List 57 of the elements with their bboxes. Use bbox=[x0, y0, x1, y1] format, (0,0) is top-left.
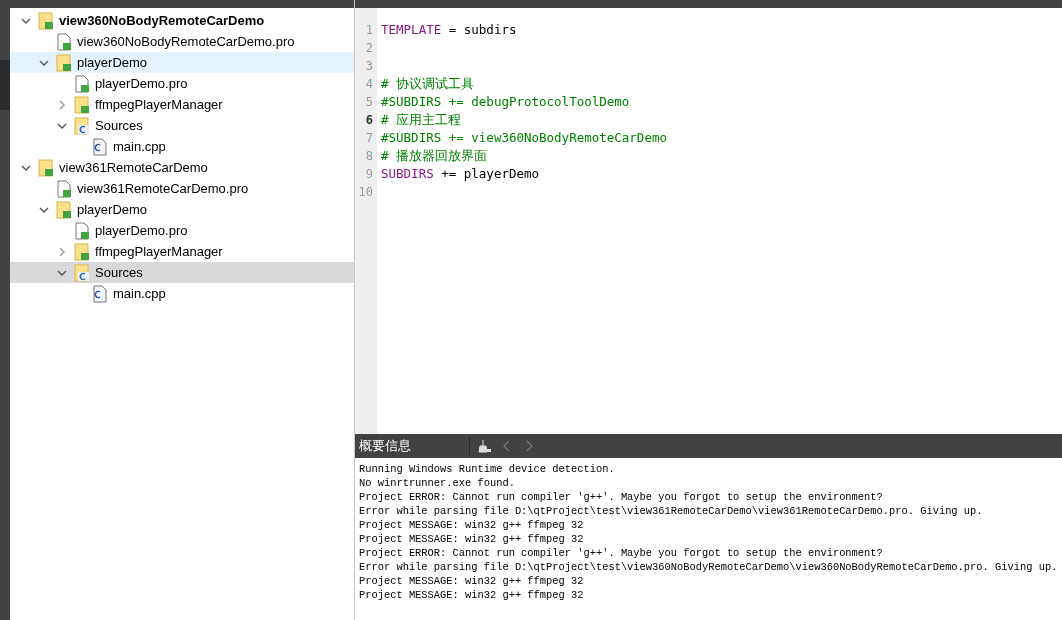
tree-item[interactable]: Sources bbox=[10, 115, 354, 136]
output-line: Project MESSAGE: win32 g++ ffmpeg 32 bbox=[359, 574, 585, 588]
tree-item[interactable]: playerDemo.pro bbox=[10, 73, 354, 94]
tree-item[interactable]: view360NoBodyRemoteCarDemo.pro bbox=[10, 31, 354, 52]
file-icon bbox=[56, 32, 72, 51]
line-number: 7 bbox=[364, 130, 374, 147]
tree-item[interactable]: view360NoBodyRemoteCarDemo bbox=[10, 10, 354, 31]
file-icon bbox=[56, 179, 72, 198]
line-number: 9 bbox=[364, 166, 374, 183]
output-line: No winrtrunner.exe found. bbox=[359, 476, 516, 490]
code-line: TEMPLATE = subdirs bbox=[381, 21, 518, 39]
line-number: 6 bbox=[364, 112, 374, 129]
folder-icon bbox=[74, 116, 90, 135]
output-line: Error while parsing file D:\qtProject\test\view361RemoteCarDemo\view361RemoteCarDemo.pro. Giving up. bbox=[359, 504, 984, 518]
line-number: 2 bbox=[364, 40, 374, 57]
code-line: # 协议调试工具 bbox=[381, 75, 476, 93]
tree-item[interactable]: view361RemoteCarDemo.pro bbox=[10, 178, 354, 199]
output-line: Error while parsing file D:\qtProject\test\view360NoBodyRemoteCarDemo\view360NoBodyRemoteCarDemo.pro. Giving up. bbox=[359, 560, 1058, 574]
folder-icon bbox=[56, 53, 72, 72]
output-line: Project MESSAGE: win32 g++ ffmpeg 32 bbox=[359, 588, 585, 602]
line-number: 4 bbox=[364, 76, 374, 93]
folder-icon bbox=[74, 95, 90, 114]
folder-icon bbox=[74, 242, 90, 261]
line-number: 5 bbox=[364, 94, 374, 111]
tree-item[interactable]: playerDemo bbox=[10, 52, 354, 73]
output-line: Project ERROR: Cannot run compiler 'g++'. Maybe you forgot to setup the environment? bbox=[359, 490, 884, 504]
code-line: #SUBDIRS += view360NoBodyRemoteCarDemo bbox=[381, 129, 668, 147]
file-icon bbox=[74, 74, 90, 93]
line-number: 1 bbox=[364, 22, 374, 39]
tree-item[interactable]: ffmpegPlayerManager bbox=[10, 94, 354, 115]
folder-icon bbox=[56, 200, 72, 219]
broom-icon[interactable] bbox=[478, 439, 492, 453]
code-line: SUBDIRS += playerDemo bbox=[381, 165, 541, 183]
code-line: # 应用主工程 bbox=[381, 111, 463, 129]
tree-item[interactable]: main.cpp bbox=[10, 136, 354, 157]
folder-icon bbox=[74, 263, 90, 282]
output-line: Project ERROR: Cannot run compiler 'g++'. Maybe you forgot to setup the environment? bbox=[359, 546, 884, 560]
code-line: # 播放器回放界面 bbox=[381, 147, 489, 165]
output-line: Project MESSAGE: win32 g++ ffmpeg 32 bbox=[359, 532, 585, 546]
tree-item[interactable]: ffmpegPlayerManager bbox=[10, 241, 354, 262]
file-icon bbox=[92, 284, 108, 303]
output-line: Project MESSAGE: win32 g++ ffmpeg 32 bbox=[359, 518, 585, 532]
output-line: Running Windows Runtime device detection. bbox=[359, 462, 616, 476]
tree-item[interactable]: view361RemoteCarDemo bbox=[10, 157, 354, 178]
line-number: 3 bbox=[364, 58, 374, 75]
code-line: #SUBDIRS += debugProtocolToolDemo bbox=[381, 93, 631, 111]
tree-item[interactable]: main.cpp bbox=[10, 283, 354, 304]
line-number: 10 bbox=[357, 184, 374, 201]
file-icon bbox=[74, 221, 90, 240]
folder-icon bbox=[38, 158, 54, 177]
pane-title: 概要信息 bbox=[355, 437, 470, 455]
tree-item[interactable]: playerDemo.pro bbox=[10, 220, 354, 241]
tree-item[interactable]: Sources bbox=[10, 262, 354, 283]
line-number: 8 bbox=[364, 148, 374, 165]
tree-item[interactable]: playerDemo bbox=[10, 199, 354, 220]
file-icon bbox=[92, 137, 108, 156]
folder-icon bbox=[38, 11, 54, 30]
